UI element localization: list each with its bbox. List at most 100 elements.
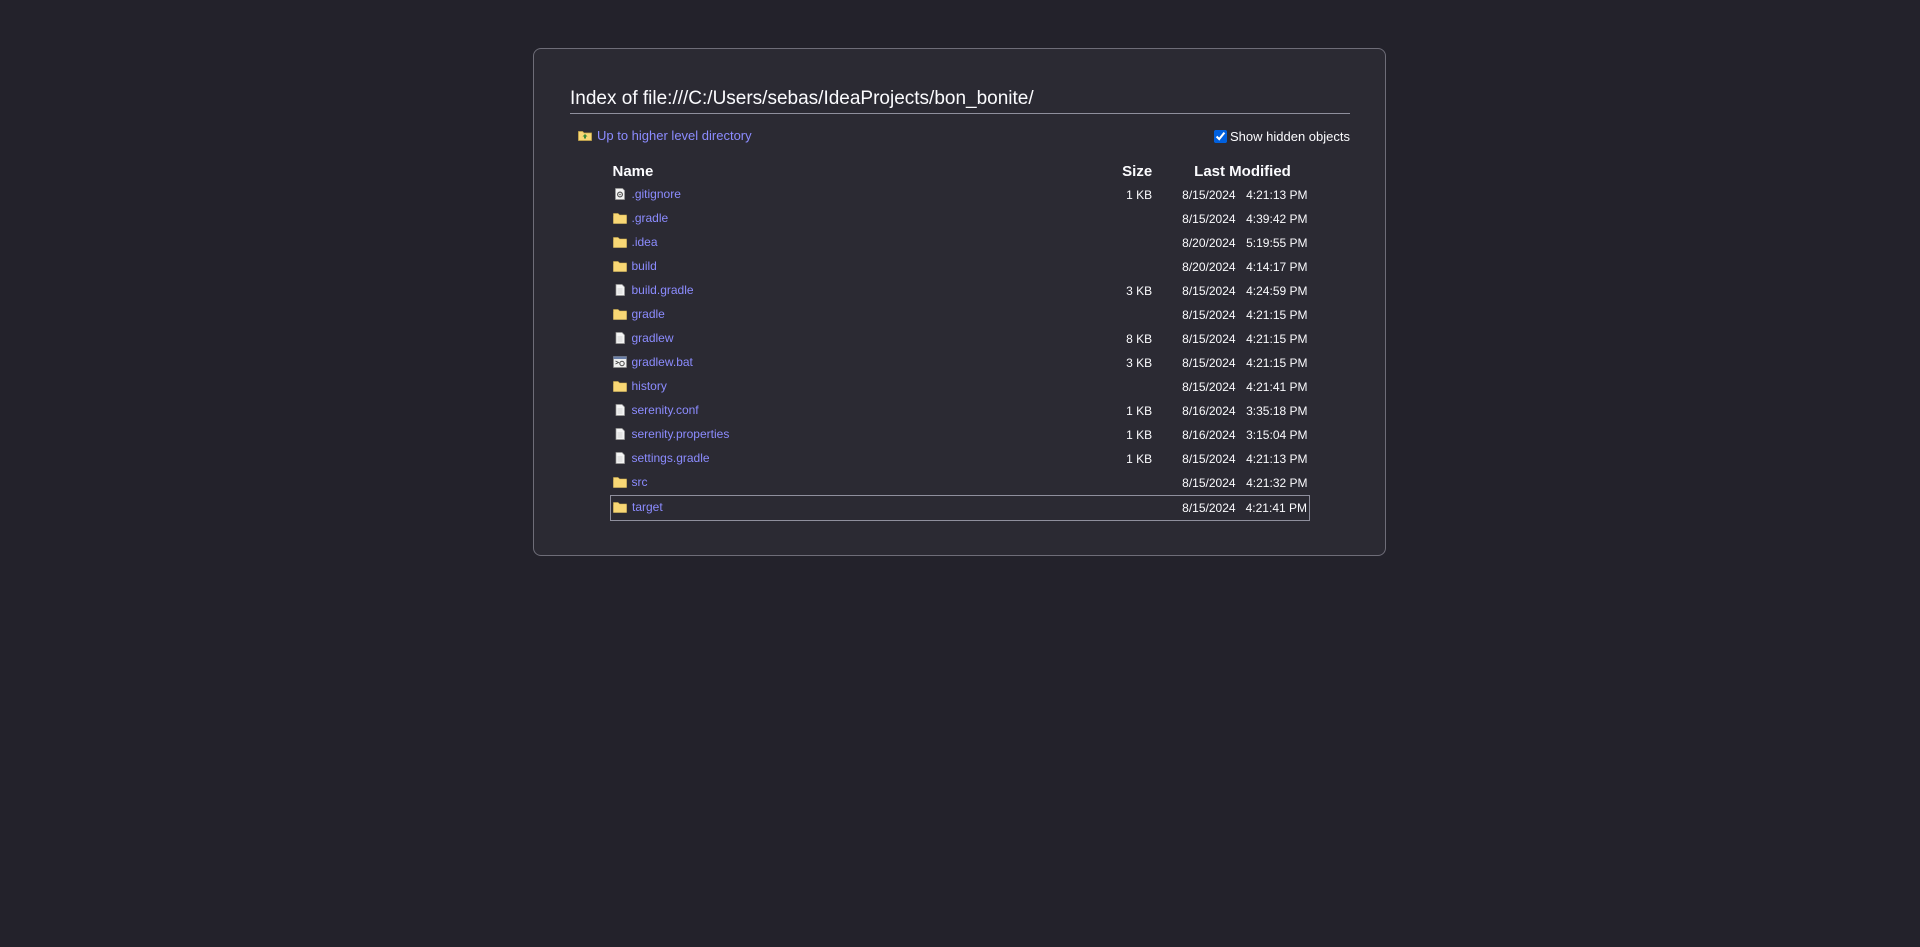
- name-cell: build.gradle: [611, 279, 1084, 303]
- up-directory-label: Up to higher level directory: [597, 127, 752, 143]
- file-name: history: [631, 379, 667, 393]
- file-link[interactable]: settings.gradle: [613, 451, 710, 465]
- folder-icon: [612, 260, 627, 272]
- file-link[interactable]: gradle: [612, 307, 665, 321]
- table-row: .gradle 8/15/2024 4:39:42 PM: [611, 207, 1310, 231]
- file-link[interactable]: build.gradle: [613, 283, 694, 297]
- name-cell: serenity.properties: [611, 423, 1084, 447]
- file-size: [1083, 471, 1172, 496]
- file-name: .gradle: [631, 211, 669, 225]
- table-row: src 8/15/2024 4:21:32 PM: [611, 471, 1310, 496]
- file-icon: [613, 428, 627, 440]
- modified-time: 4:21:15 PM: [1246, 332, 1308, 346]
- name-cell: target: [610, 495, 1084, 521]
- file-name: gradle: [631, 307, 665, 321]
- folder-icon: [612, 308, 627, 320]
- folder-icon: [612, 212, 627, 224]
- show-hidden-checkbox[interactable]: [1214, 129, 1228, 143]
- modified-time: 4:21:41 PM: [1246, 380, 1308, 394]
- modified-date: 8/20/2024: [1182, 236, 1236, 250]
- modified-date: 8/16/2024: [1182, 428, 1236, 442]
- table-row: build 8/20/2024 4:14:17 PM: [611, 255, 1310, 279]
- file-name: gradlew: [631, 331, 674, 345]
- file-size: 1 KB: [1126, 404, 1153, 418]
- file-size: [1083, 207, 1172, 231]
- file-icon: [613, 284, 627, 296]
- name-cell: serenity.conf: [611, 399, 1084, 423]
- table-row: .gitignore 1 KB 8/15/2024 4:21:13 PM: [611, 183, 1310, 207]
- modified-date: 8/15/2024: [1182, 308, 1236, 322]
- modified-date: 8/16/2024: [1182, 404, 1236, 418]
- name-cell: gradlew: [611, 327, 1084, 351]
- modified-time: 5:19:55 PM: [1246, 236, 1308, 250]
- file-link[interactable]: gradlew.bat: [612, 355, 693, 369]
- file-link[interactable]: serenity.conf: [613, 403, 699, 417]
- show-hidden-label: Show hidden objects: [1230, 128, 1350, 144]
- file-size: 8 KB: [1126, 332, 1153, 346]
- file-link[interactable]: target: [613, 500, 663, 514]
- name-cell: build: [611, 255, 1084, 279]
- size-column-header[interactable]: Size: [1083, 159, 1172, 183]
- file-table: Name Size Last Modified .gitignore 1 KB 8/…: [610, 159, 1310, 521]
- show-hidden-toggle[interactable]: Show hidden objects: [1214, 126, 1350, 146]
- name-cell: .gitignore: [611, 183, 1084, 207]
- modified-time: 3:35:18 PM: [1246, 404, 1308, 418]
- file-name: serenity.properties: [631, 427, 730, 441]
- name-cell: history: [611, 375, 1084, 399]
- file-size: [1083, 255, 1172, 279]
- table-row: .idea 8/20/2024 5:19:55 PM: [611, 231, 1310, 255]
- modified-date: 8/15/2024: [1182, 380, 1236, 394]
- file-size: [1083, 303, 1172, 327]
- file-link[interactable]: gradlew: [613, 331, 674, 345]
- modified-time: 4:21:15 PM: [1246, 356, 1308, 370]
- file-name: .idea: [631, 235, 658, 249]
- modified-date: 8/15/2024: [1172, 495, 1244, 521]
- modified-date: 8/15/2024: [1182, 476, 1236, 490]
- name-column-header[interactable]: Name: [611, 159, 1084, 183]
- page-title: Index of file:///C:/Users/sebas/IdeaProj…: [570, 85, 1350, 114]
- table-row: serenity.properties 1 KB 8/16/2024 3:15:04 …: [611, 423, 1310, 447]
- table-row: gradlew 8 KB 8/15/2024 4:21:15 PM: [611, 327, 1310, 351]
- name-cell: .idea: [611, 231, 1084, 255]
- file-name: .gitignore: [631, 187, 681, 201]
- file-link[interactable]: history: [612, 379, 667, 393]
- file-icon: [613, 452, 627, 464]
- file-link[interactable]: src: [612, 475, 648, 489]
- file-size: [1083, 375, 1172, 399]
- modified-date: 8/15/2024: [1182, 452, 1236, 466]
- modified-time: 4:21:41 PM: [1243, 495, 1310, 521]
- table-row: gradle 8/15/2024 4:21:15 PM: [611, 303, 1310, 327]
- file-link[interactable]: .gitignore: [613, 187, 681, 201]
- name-cell: .gradle: [611, 207, 1084, 231]
- folder-icon: [612, 236, 627, 248]
- settings-file-icon: [613, 188, 627, 200]
- file-size: 3 KB: [1126, 356, 1153, 370]
- file-link[interactable]: .idea: [612, 235, 658, 249]
- folder-up-icon: [578, 131, 592, 141]
- folder-icon: [612, 476, 627, 488]
- modified-date: 8/15/2024: [1182, 356, 1236, 370]
- file-link[interactable]: build: [612, 259, 657, 273]
- table-row: history 8/15/2024 4:21:41 PM: [611, 375, 1310, 399]
- table-row: build.gradle 3 KB 8/15/2024 4:24:59 PM: [611, 279, 1310, 303]
- modified-date: 8/15/2024: [1182, 212, 1236, 226]
- file-name: target: [632, 500, 663, 514]
- file-link[interactable]: serenity.properties: [613, 427, 730, 441]
- file-name: settings.gradle: [631, 451, 710, 465]
- folder-icon: [613, 501, 627, 513]
- directory-listing-panel: Index of file:///C:/Users/sebas/IdeaProj…: [533, 48, 1386, 556]
- name-cell: gradle: [611, 303, 1084, 327]
- file-name: build: [631, 259, 657, 273]
- name-cell: src: [611, 471, 1084, 496]
- table-row: gradlew.bat 3 KB 8/15/2024 4:21:15 PM: [611, 351, 1310, 375]
- file-link[interactable]: .gradle: [612, 211, 669, 225]
- modified-time: 4:39:42 PM: [1246, 212, 1308, 226]
- folder-icon: [612, 380, 627, 392]
- file-size: [1083, 495, 1173, 521]
- modified-time: 4:14:17 PM: [1246, 260, 1308, 274]
- modified-date: 8/15/2024: [1182, 284, 1236, 298]
- modified-time: 3:15:04 PM: [1246, 428, 1308, 442]
- modified-column-header[interactable]: Last Modified: [1172, 159, 1309, 183]
- up-directory-link[interactable]: Up to higher level directory: [578, 125, 752, 145]
- table-header-row: Name Size Last Modified: [611, 159, 1310, 183]
